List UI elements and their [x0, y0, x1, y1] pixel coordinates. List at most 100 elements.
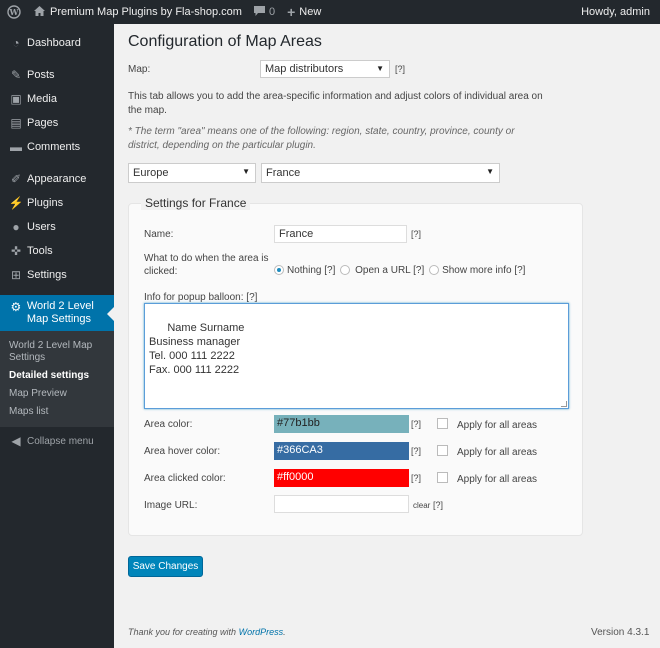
dropdown-arrow-icon: ▼ — [376, 64, 384, 73]
wordpress-link[interactable]: WordPress — [239, 627, 284, 637]
submenu-item-map-preview[interactable]: Map Preview — [0, 385, 114, 403]
new-content-link[interactable]: + New — [281, 0, 327, 24]
site-name: Premium Map Plugins by Fla-shop.com — [50, 6, 242, 18]
popup-textarea[interactable]: Name Surname Business manager Tel. 000 1… — [144, 303, 569, 409]
area-color-input[interactable]: #77b1bb — [274, 415, 409, 433]
click-action-label: What to do when the area is clicked: — [144, 253, 269, 277]
country-select[interactable]: France ▼ — [261, 163, 500, 183]
sidebar-item-users[interactable]: ● Users — [0, 215, 114, 239]
option-open-url-label: Open a URL [?] — [355, 265, 425, 276]
site-name-link[interactable]: Premium Map Plugins by Fla-shop.com — [28, 0, 248, 24]
sidebar-item-appearance[interactable]: ✐ Appearance — [0, 167, 114, 191]
area-term-note: * The term "area" means one of the follo… — [128, 126, 515, 151]
sidebar-item-label: Pages — [27, 117, 59, 129]
name-help[interactable]: [?] — [411, 229, 421, 239]
sidebar-item-comments[interactable]: ▬ Comments — [0, 135, 114, 159]
popup-label: Info for popup balloon: [?] — [144, 292, 258, 303]
clicked-color-label: Area clicked color: — [144, 473, 226, 484]
region-select[interactable]: Europe ▼ — [128, 163, 256, 183]
image-url-label: Image URL: — [144, 500, 198, 511]
sidebar-item-label: Settings — [27, 269, 67, 281]
sidebar-item-settings[interactable]: ⊞ Settings — [0, 263, 114, 287]
sidebar-item-label: Media — [27, 93, 57, 105]
wordpress-icon[interactable]: W — [0, 0, 28, 24]
dropdown-arrow-icon: ▼ — [486, 167, 494, 176]
sidebar-item-dashboard[interactable]: ◔ Dashboard — [0, 31, 114, 55]
hover-color-input[interactable]: #366CA3 — [274, 442, 409, 460]
sidebar-item-label: Users — [27, 221, 56, 233]
image-url-input[interactable] — [274, 495, 409, 513]
submenu-item-detailed-settings[interactable]: Detailed settings — [0, 367, 114, 385]
image-url-clear-link[interactable]: clear — [413, 501, 430, 510]
resize-grip-icon[interactable] — [561, 401, 567, 407]
sidebar-item-tools[interactable]: ✜ Tools — [0, 239, 114, 263]
save-changes-button[interactable]: Save Changes — [128, 556, 203, 577]
radio-open-url[interactable] — [340, 265, 351, 276]
page-title: Configuration of Map Areas — [128, 33, 322, 50]
dashboard-icon: ◔ — [12, 36, 20, 50]
admin-sidebar: ◔ Dashboard ✎ Posts ▣ Media ▤ Pages ▬ Co… — [0, 24, 114, 648]
svg-text:W: W — [9, 7, 20, 17]
country-select-value: France — [266, 167, 301, 179]
comment-icon: ▬ — [10, 140, 22, 154]
radio-nothing[interactable] — [274, 265, 284, 276]
submenu-item-map-settings[interactable]: World 2 Level Map Settings — [0, 337, 114, 367]
map-select[interactable]: Map distributors ▼ — [260, 60, 390, 78]
media-icon: ▣ — [10, 92, 22, 106]
radio-show-more-info[interactable] — [429, 265, 440, 276]
sidebar-item-label: Tools — [27, 245, 53, 257]
option-show-more-info[interactable]: Show more info [?] — [429, 265, 525, 276]
clicked-color-input[interactable]: #ff0000 — [274, 469, 409, 487]
area-color-apply-all-checkbox[interactable] — [437, 418, 448, 429]
plug-icon: ⚡ — [8, 196, 24, 210]
clicked-color-apply-all-checkbox[interactable] — [437, 472, 448, 483]
sidebar-item-posts[interactable]: ✎ Posts — [0, 63, 114, 87]
pin-icon: ✎ — [10, 68, 22, 82]
hover-color-help[interactable]: [?] — [411, 446, 421, 456]
footer-period: . — [283, 627, 286, 637]
clicked-color-apply-all-label: Apply for all areas — [457, 474, 538, 485]
click-action-options: Nothing [?] Open a URL [?] Show more inf… — [274, 265, 525, 276]
hover-color-apply-all-checkbox[interactable] — [437, 445, 448, 456]
sidebar-item-label: Plugins — [27, 197, 64, 209]
howdy-text: Howdy, admin — [581, 6, 650, 18]
footer-thanks-text: Thank you for creating with — [128, 627, 237, 637]
clicked-color-help[interactable]: [?] — [411, 473, 421, 483]
dropdown-arrow-icon: ▼ — [242, 167, 250, 176]
wrench-icon: ✜ — [10, 244, 22, 258]
hover-color-apply-all-label: Apply for all areas — [457, 447, 538, 458]
option-nothing[interactable]: Nothing [?] — [274, 265, 335, 276]
map-label: Map: — [128, 64, 151, 75]
sidebar-item-label: Appearance — [27, 173, 87, 185]
sidebar-item-plugins[interactable]: ⚡ Plugins — [0, 191, 114, 215]
sidebar-item-world-2-level-map-settings[interactable]: ⚙ World 2 Level Map Settings — [0, 295, 114, 331]
home-icon — [34, 5, 45, 19]
option-open-url[interactable]: Open a URL [?] — [340, 265, 424, 276]
footer-version: Version 4.3.1 — [591, 627, 650, 638]
sidebar-item-media[interactable]: ▣ Media — [0, 87, 114, 111]
name-input[interactable]: France — [274, 225, 407, 243]
popup-textarea-value: Name Surname Business manager Tel. 000 1… — [149, 322, 245, 376]
region-select-value: Europe — [133, 167, 169, 179]
option-nothing-label: Nothing [?] — [287, 265, 336, 276]
comment-bubble-icon — [253, 5, 265, 19]
image-url-help[interactable]: [?] — [433, 500, 443, 510]
pages-icon: ▤ — [10, 116, 22, 130]
comments-count: 0 — [268, 6, 276, 18]
admin-bar: W Premium Map Plugins by Fla-shop.com 0 … — [0, 0, 660, 24]
sidebar-item-pages[interactable]: ▤ Pages — [0, 111, 114, 135]
settings-icon: ⊞ — [10, 268, 22, 282]
submenu-item-maps-list[interactable]: Maps list — [0, 403, 114, 421]
collapse-menu-button[interactable]: ◀ Collapse menu — [0, 429, 114, 453]
area-color-help[interactable]: [?] — [411, 419, 421, 429]
name-label: Name: — [144, 229, 174, 240]
hover-color-label: Area hover color: — [144, 446, 221, 457]
sidebar-item-label: Posts — [27, 69, 55, 81]
intro-text: This tab allows you to add the area-spec… — [128, 91, 543, 116]
map-help[interactable]: [?] — [395, 64, 405, 74]
howdy-account[interactable]: Howdy, admin — [575, 0, 660, 24]
collapse-arrow-icon: ◀ — [11, 434, 21, 448]
comments-link[interactable]: 0 — [248, 0, 281, 24]
sidebar-submenu: World 2 Level Map Settings Detailed sett… — [0, 331, 114, 427]
sidebar-item-label: Dashboard — [27, 37, 81, 49]
